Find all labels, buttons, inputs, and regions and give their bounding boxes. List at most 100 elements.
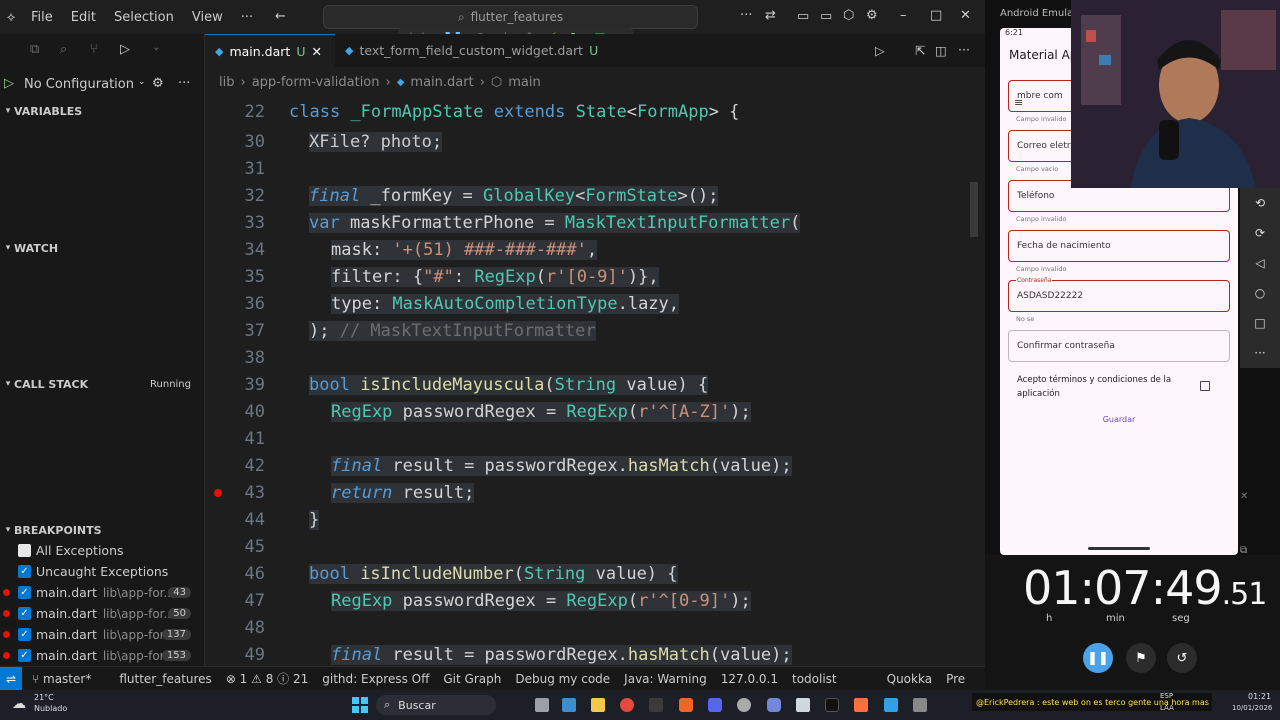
- close-window-icon[interactable]: ✕: [960, 8, 971, 23]
- app-icon[interactable]: [913, 698, 927, 712]
- app-icon[interactable]: [884, 698, 898, 712]
- toggle-panel-icon[interactable]: ▭: [820, 9, 832, 24]
- breadcrumb-item[interactable]: main: [508, 75, 540, 90]
- code-editor[interactable]: 22 class _FormAppState extends State<For…: [205, 97, 985, 666]
- app-icon[interactable]: [796, 698, 810, 712]
- search-view-icon[interactable]: ⌕: [60, 42, 67, 57]
- menu-file[interactable]: File: [22, 10, 62, 25]
- debug-my-code[interactable]: Debug my code: [515, 672, 610, 686]
- birthdate-field[interactable]: Fecha de nacimiento: [1008, 230, 1230, 262]
- weather-cloud-icon[interactable]: ☁: [12, 696, 26, 712]
- call-stack-section[interactable]: ▾ CALL STACK Running: [0, 373, 205, 395]
- close-icon[interactable]: ✕: [311, 44, 321, 59]
- more-menu-icon[interactable]: ···: [232, 10, 262, 25]
- compare-icon[interactable]: ⇄: [765, 8, 776, 23]
- maximize-icon[interactable]: □: [930, 8, 942, 23]
- checkbox[interactable]: [18, 544, 31, 557]
- breakpoint-uncaught-exceptions[interactable]: ✓ Uncaught Exceptions: [0, 561, 205, 582]
- task-view-icon[interactable]: [535, 698, 549, 712]
- checkbox[interactable]: ✓: [18, 586, 31, 599]
- more-actions-icon[interactable]: ···: [740, 8, 752, 23]
- confirm-password-field[interactable]: Confirmar contraseña: [1008, 330, 1230, 362]
- editor-scrollbar[interactable]: [970, 182, 978, 237]
- flutter-inspect-icon[interactable]: ⇱: [915, 43, 925, 58]
- breadcrumb-item[interactable]: lib: [219, 75, 234, 90]
- explorer-icon[interactable]: ⧉: [30, 42, 39, 57]
- chrome-icon[interactable]: [620, 698, 634, 712]
- file-explorer-icon[interactable]: [591, 698, 605, 712]
- more-icon[interactable]: ···: [178, 76, 190, 91]
- run-debug-icon[interactable]: ▷: [120, 42, 130, 57]
- breakpoint-item[interactable]: ✓ main.dart lib\app-for... 43: [0, 582, 205, 603]
- more-icon[interactable]: ···: [958, 42, 970, 57]
- gear-icon[interactable]: ⚙: [152, 76, 164, 91]
- terminal-icon[interactable]: [649, 698, 663, 712]
- run-icon[interactable]: ▷: [875, 43, 885, 58]
- minimize-icon[interactable]: –: [900, 8, 907, 23]
- breakpoint-all-exceptions[interactable]: All Exceptions: [0, 540, 205, 561]
- discord-icon[interactable]: [767, 698, 781, 712]
- chevron-down-icon[interactable]: ⌄: [152, 42, 160, 53]
- clock-time[interactable]: 01:21: [1248, 692, 1271, 701]
- extension-cube-icon[interactable]: ⬡: [843, 8, 854, 23]
- checkbox[interactable]: ✓: [18, 628, 31, 641]
- project-name[interactable]: flutter_features: [119, 672, 211, 686]
- variables-section[interactable]: ▾ VARIABLES: [0, 100, 205, 122]
- taskbar-search[interactable]: ⌕ Buscar: [376, 695, 496, 715]
- back-icon[interactable]: ◁: [1255, 256, 1264, 270]
- keyboard-layout[interactable]: LAA: [1160, 704, 1174, 712]
- breadcrumb-item[interactable]: app-form-validation: [252, 75, 380, 90]
- watch-section[interactable]: ▾ WATCH: [0, 237, 205, 259]
- brave-icon[interactable]: [679, 698, 693, 712]
- rotate-right-icon[interactable]: ⟳: [1255, 226, 1265, 240]
- checkbox[interactable]: ✓: [18, 565, 31, 578]
- app-icon[interactable]: [854, 698, 868, 712]
- source-control-icon[interactable]: ⑂: [90, 42, 98, 57]
- home-indicator[interactable]: [1088, 547, 1150, 550]
- clock-date[interactable]: 10/01/2026: [1232, 704, 1272, 712]
- breadcrumb-item[interactable]: main.dart: [410, 75, 473, 90]
- tab-main-dart[interactable]: ◆ main.dart U ✕: [205, 34, 335, 67]
- app-icon[interactable]: [708, 698, 722, 712]
- home-icon[interactable]: ○: [1255, 286, 1265, 300]
- ip-address[interactable]: 127.0.0.1: [721, 672, 778, 686]
- start-debug-icon[interactable]: ▷: [4, 76, 14, 91]
- github-icon[interactable]: [737, 698, 751, 712]
- rotate-icon[interactable]: ⟲: [1255, 196, 1265, 210]
- overview-icon[interactable]: □: [1254, 316, 1265, 330]
- password-field[interactable]: ASDASD22222: [1008, 280, 1230, 312]
- tiktok-icon[interactable]: [825, 698, 839, 712]
- branch-status[interactable]: ⑂ master*: [32, 672, 105, 686]
- menu-edit[interactable]: Edit: [62, 10, 105, 25]
- split-editor-icon[interactable]: ◫: [935, 43, 947, 58]
- quokka-status[interactable]: Quokka: [887, 672, 932, 686]
- close-icon[interactable]: ✕: [1240, 491, 1248, 502]
- todolist-status[interactable]: todolist: [792, 672, 837, 686]
- more-icon[interactable]: ···: [1254, 346, 1265, 360]
- vscode-taskbar-icon[interactable]: [562, 698, 576, 712]
- prettier-status[interactable]: Pre: [946, 672, 965, 686]
- checkbox[interactable]: ✓: [18, 649, 31, 662]
- command-search-box[interactable]: ⌕ flutter_features: [323, 5, 698, 29]
- pause-icon[interactable]: ❚❚: [1083, 643, 1113, 673]
- java-status[interactable]: Java: Warning: [624, 672, 707, 686]
- breakpoint-dot-icon[interactable]: [214, 488, 222, 497]
- save-button[interactable]: Guardar: [1088, 411, 1150, 427]
- back-arrow-icon[interactable]: ←: [275, 9, 286, 24]
- language-indicator[interactable]: ESP: [1160, 692, 1173, 700]
- tab-text-form-field[interactable]: ◆ text_form_field_custom_widget.dart U: [335, 34, 608, 67]
- breakpoint-item[interactable]: ✓ main.dart lib\app-for... 50: [0, 603, 205, 624]
- windows-start-icon[interactable]: [352, 697, 368, 713]
- settings-gear-icon[interactable]: ⚙: [866, 8, 878, 23]
- githd-status[interactable]: githd: Express Off: [322, 672, 429, 686]
- run-configuration-select[interactable]: No Configuration ⌄: [24, 77, 146, 92]
- reset-icon[interactable]: ↺: [1167, 643, 1197, 673]
- breakpoint-item[interactable]: ✓ main.dart lib\app-for... 137: [0, 624, 205, 645]
- breakpoint-item[interactable]: ✓ main.dart lib\app-for... 153: [0, 645, 205, 666]
- remote-icon[interactable]: ⇌: [0, 667, 22, 690]
- checkbox[interactable]: ✓: [18, 607, 31, 620]
- compact-view-icon[interactable]: ⧉: [1240, 545, 1247, 556]
- lap-flag-icon[interactable]: ⚑: [1126, 643, 1156, 673]
- terms-checkbox[interactable]: [1200, 381, 1210, 391]
- menu-view[interactable]: View: [183, 10, 232, 25]
